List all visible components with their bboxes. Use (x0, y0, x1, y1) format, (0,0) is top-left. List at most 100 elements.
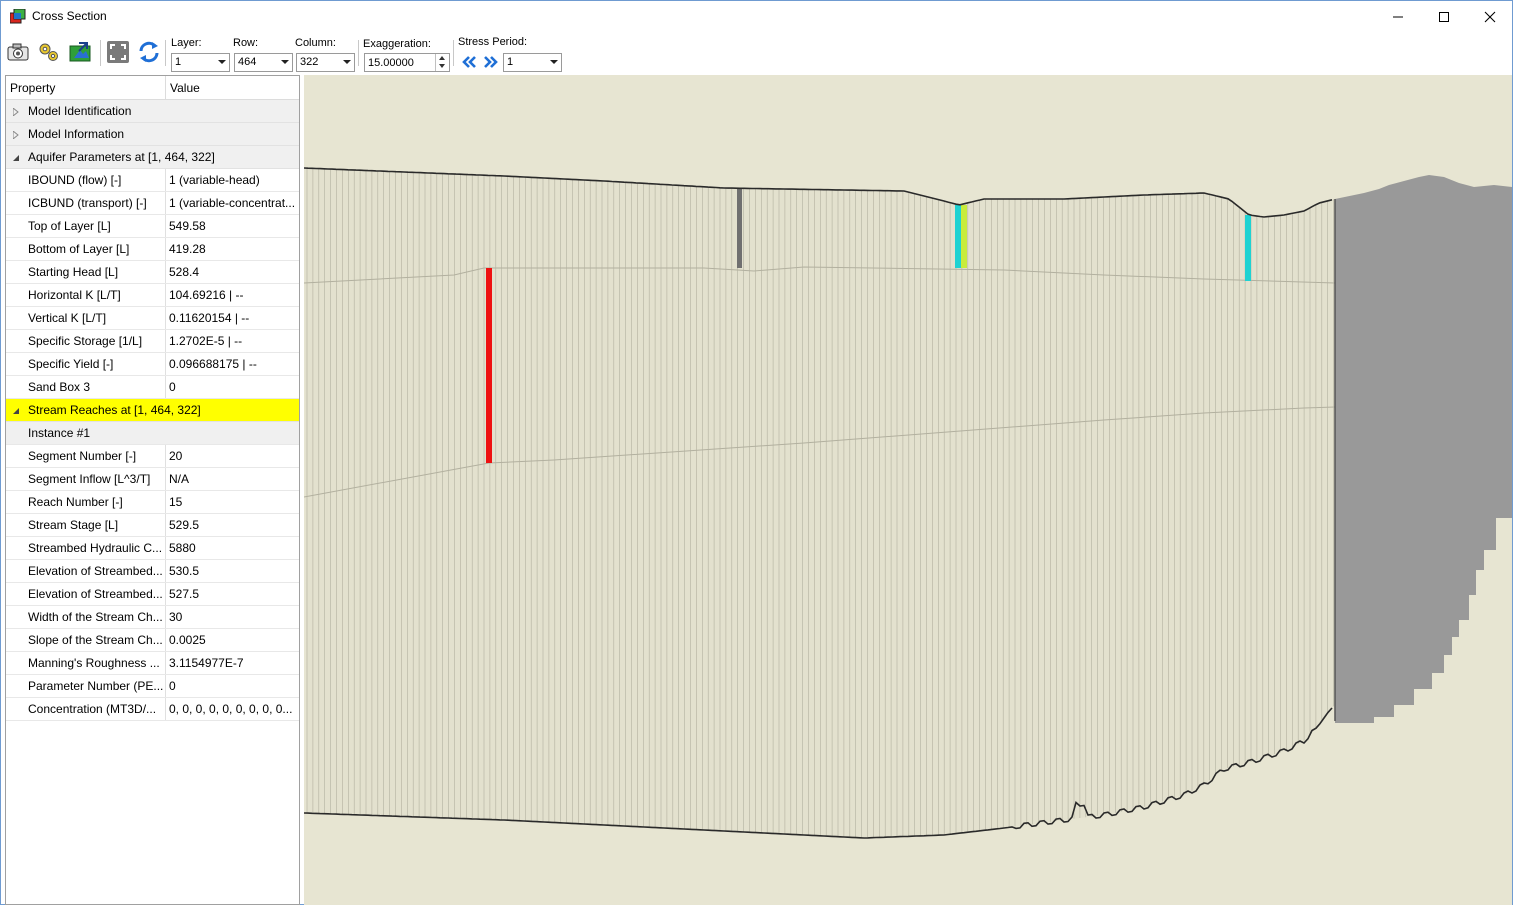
property-value[interactable]: 1.2702E-5 | -- (166, 330, 299, 352)
column-value: 322 (300, 56, 319, 68)
window-title: Cross Section (32, 9, 107, 23)
instance-label: Instance #1 (6, 422, 299, 444)
property-value[interactable]: 419.28 (166, 238, 299, 260)
property-row[interactable]: Bottom of Layer [L] 419.28 (6, 238, 299, 261)
expand-arrow-icon[interactable] (13, 131, 19, 139)
category-stream-reaches[interactable]: Stream Reaches at [1, 464, 322] (6, 399, 299, 422)
stream-cell-marker[interactable] (955, 205, 961, 268)
property-row[interactable]: Streambed Hydraulic C... 5880 (6, 537, 299, 560)
property-value[interactable]: 15 (166, 491, 299, 513)
fit-view-button[interactable] (106, 40, 130, 64)
inactive-cells-region (1335, 175, 1512, 723)
layer-select[interactable]: 1 (171, 53, 230, 72)
maximize-icon (1439, 11, 1449, 22)
expand-arrow-icon[interactable] (13, 108, 19, 116)
previous-period-button[interactable] (460, 54, 478, 70)
property-value[interactable]: N/A (166, 468, 299, 490)
property-row[interactable]: Specific Storage [1/L] 1.2702E-5 | -- (6, 330, 299, 353)
aquifer-parameter-rows: IBOUND (flow) [-] 1 (variable-head) ICBUND… (6, 169, 299, 399)
property-value[interactable]: 0.0025 (166, 629, 299, 651)
property-row[interactable]: Manning's Roughness ... 3.1154977E-7 (6, 652, 299, 675)
property-value[interactable]: 529.5 (166, 514, 299, 536)
export-button[interactable] (68, 40, 92, 64)
property-name: Vertical K [L/T] (6, 307, 166, 329)
property-value[interactable]: 527.5 (166, 583, 299, 605)
property-value[interactable]: 0.11620154 | -- (166, 307, 299, 329)
minimize-button[interactable] (1375, 1, 1421, 32)
property-row[interactable]: Reach Number [-] 15 (6, 491, 299, 514)
property-name: Starting Head [L] (6, 261, 166, 283)
minimize-icon (1393, 16, 1403, 17)
chevron-down-icon (343, 60, 351, 64)
export-image-icon (69, 42, 91, 62)
selected-cell-highlight[interactable] (486, 268, 492, 463)
cross-section-window: Cross Section Layer: 1 Row: 464 Column: … (0, 0, 1513, 905)
property-value[interactable]: 549.58 (166, 215, 299, 237)
property-row[interactable]: Horizontal K [L/T] 104.69216 | -- (6, 284, 299, 307)
property-row[interactable]: Parameter Number (PE... 0 (6, 675, 299, 698)
refresh-icon (139, 41, 159, 63)
double-chevron-left-icon (462, 56, 476, 68)
property-row[interactable]: Concentration (MT3D/... 0, 0, 0, 0, 0, 0,… (6, 698, 299, 721)
property-value[interactable]: 0 (166, 376, 299, 398)
property-row[interactable]: Elevation of Streambed... 530.5 (6, 560, 299, 583)
spin-down-icon[interactable] (439, 64, 445, 68)
next-period-button[interactable] (482, 54, 500, 70)
property-row[interactable]: IBOUND (flow) [-] 1 (variable-head) (6, 169, 299, 192)
property-row[interactable]: Stream Stage [L] 529.5 (6, 514, 299, 537)
property-value[interactable]: 530.5 (166, 560, 299, 582)
property-row[interactable]: Starting Head [L] 528.4 (6, 261, 299, 284)
property-value[interactable]: 528.4 (166, 261, 299, 283)
stream-cell-marker[interactable] (1245, 215, 1251, 281)
property-value[interactable]: 3.1154977E-7 (166, 652, 299, 674)
property-row[interactable]: Slope of the Stream Ch... 0.0025 (6, 629, 299, 652)
column-select[interactable]: 322 (296, 53, 355, 72)
well-cell-marker[interactable] (737, 188, 742, 268)
maximize-button[interactable] (1421, 1, 1467, 32)
app-icon (10, 9, 26, 24)
property-row[interactable]: Specific Yield [-] 0.096688175 | -- (6, 353, 299, 376)
spin-up-icon[interactable] (439, 56, 445, 60)
row-select[interactable]: 464 (234, 53, 293, 72)
property-row[interactable]: ICBUND (transport) [-] 1 (variable-concen… (6, 192, 299, 215)
property-row[interactable]: Segment Number [-] 20 (6, 445, 299, 468)
property-value[interactable]: 0.096688175 | -- (166, 353, 299, 375)
instance-row[interactable]: Instance #1 (6, 422, 299, 445)
property-row[interactable]: Segment Inflow [L^3/T] N/A (6, 468, 299, 491)
camera-icon (7, 43, 29, 61)
collapse-arrow-icon[interactable] (13, 407, 21, 415)
property-row[interactable]: Vertical K [L/T] 0.11620154 | -- (6, 307, 299, 330)
stress-period-select[interactable]: 1 (503, 53, 562, 72)
cross-section-canvas[interactable] (304, 75, 1512, 905)
refresh-button[interactable] (137, 40, 161, 64)
property-value[interactable]: 104.69216 | -- (166, 284, 299, 306)
cross-section-view[interactable] (304, 75, 1512, 905)
property-value[interactable]: 1 (variable-head) (166, 169, 299, 191)
category-aquifer-parameters[interactable]: Aquifer Parameters at [1, 464, 322] (6, 146, 299, 169)
property-row[interactable]: Top of Layer [L] 549.58 (6, 215, 299, 238)
settings-button[interactable] (37, 40, 61, 64)
chevron-down-icon (550, 60, 558, 64)
property-column-header[interactable]: Property (6, 76, 166, 100)
category-model-identification[interactable]: Model Identification (6, 100, 299, 123)
property-value[interactable]: 0, 0, 0, 0, 0, 0, 0, 0, 0... (166, 698, 299, 720)
exaggeration-spinner[interactable]: 15.00000 (364, 53, 450, 72)
property-name: Streambed Hydraulic C... (6, 537, 166, 559)
property-value[interactable]: 0 (166, 675, 299, 697)
property-value[interactable]: 1 (variable-concentrat... (166, 192, 299, 214)
property-row[interactable]: Elevation of Streambed... 527.5 (6, 583, 299, 606)
snapshot-button[interactable] (6, 40, 30, 64)
property-row[interactable]: Sand Box 30 (6, 376, 299, 399)
stream-cell-marker[interactable] (961, 205, 967, 268)
property-name: Specific Yield [-] (6, 353, 166, 375)
property-value[interactable]: 30 (166, 606, 299, 628)
category-model-information[interactable]: Model Information (6, 123, 299, 146)
close-button[interactable] (1467, 1, 1513, 32)
value-column-header[interactable]: Value (166, 76, 200, 100)
property-row[interactable]: Width of the Stream Ch... 30 (6, 606, 299, 629)
property-name: Bottom of Layer [L] (6, 238, 166, 260)
collapse-arrow-icon[interactable] (13, 154, 21, 162)
property-value[interactable]: 5880 (166, 537, 299, 559)
property-value[interactable]: 20 (166, 445, 299, 467)
spinner-buttons[interactable] (435, 54, 449, 71)
